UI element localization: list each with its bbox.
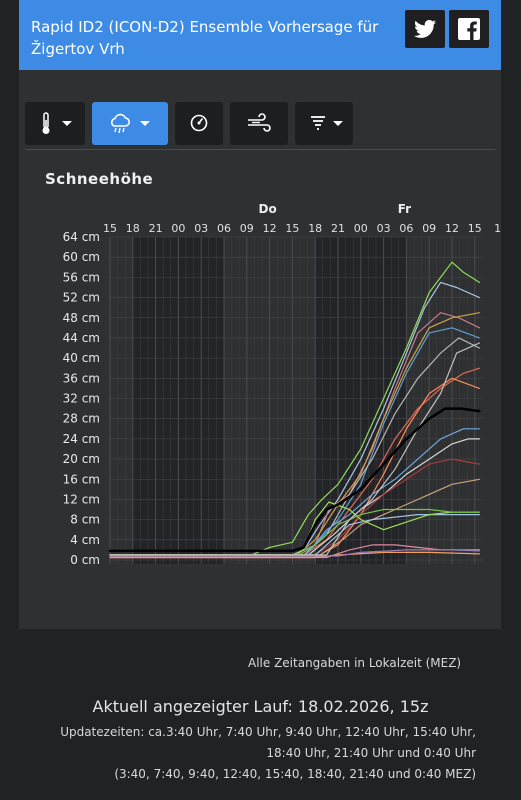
twitter-icon	[414, 20, 436, 38]
y-tick-label: 16 cm	[63, 472, 100, 486]
update-times-line: Updatezeiten: ca.3:40 Uhr, 7:40 Uhr, 9:4…	[60, 725, 476, 739]
y-axis-ticks: 0 cm 4 cm 8 cm 12 cm 16 cm 20 cm 24 cm 28 cm 32 …	[63, 230, 100, 567]
y-tick-label: 36 cm	[63, 371, 100, 385]
day-label: Do	[258, 202, 276, 216]
update-times-line: 18:40 Uhr, 21:40 Uhr und 0:40 Uhr	[266, 746, 476, 760]
chart-panel: Schneehöhe 15 18 21 00 03 06 09 12 15 18 21 00 03 06 0…	[19, 70, 501, 629]
x-axis-ticks: 15 18 21 00 03 06 09 12 15 18 21 00 03 06 09 12 15 1	[103, 222, 501, 235]
y-tick-label: 20 cm	[63, 452, 100, 466]
x-tick-label: 03	[194, 222, 208, 235]
x-tick-label: 21	[331, 222, 345, 235]
x-tick-label: 15	[285, 222, 299, 235]
y-tick-label: 40 cm	[63, 351, 100, 365]
snow-depth-chart: 15 18 21 00 03 06 09 12 15 18 21 00 03 06 09 12 15 1 0 cm…	[63, 202, 501, 567]
x-tick-label: 15	[103, 222, 117, 235]
y-tick-label: 4 cm	[70, 533, 100, 547]
y-tick-label: 48 cm	[63, 311, 100, 325]
day-labels: Do Fr	[258, 202, 411, 216]
page-title: Rapid ID2 (ICON-D2) Ensemble Vorhersage …	[31, 18, 379, 58]
x-tick-label: 21	[149, 222, 163, 235]
x-tick-label: 03	[377, 222, 391, 235]
x-tick-label: 12	[445, 222, 459, 235]
update-times: Updatezeiten: ca.3:40 Uhr, 7:40 Uhr, 9:4…	[26, 722, 476, 785]
x-tick-label: 09	[240, 222, 254, 235]
twitter-share-button[interactable]	[405, 10, 445, 48]
facebook-share-button[interactable]	[449, 10, 489, 48]
header-bar: Rapid ID2 (ICON-D2) Ensemble Vorhersage …	[19, 0, 501, 70]
y-tick-label: 60 cm	[63, 250, 100, 264]
current-run-label: Aktuell angezeigter Lauf: 18.02.2026, 15…	[92, 697, 429, 716]
y-tick-label: 28 cm	[63, 412, 100, 426]
x-tick-label: 06	[399, 222, 413, 235]
y-tick-label: 32 cm	[63, 392, 100, 406]
x-tick-label: 09	[422, 222, 436, 235]
update-times-line: (3:40, 7:40, 9:40, 12:40, 15:40, 18:40, …	[114, 767, 476, 781]
y-tick-label: 12 cm	[63, 492, 100, 506]
facebook-icon	[458, 18, 480, 40]
x-tick-label: 00	[171, 222, 185, 235]
y-tick-label: 56 cm	[63, 270, 100, 284]
x-tick-label: 1	[494, 222, 501, 235]
x-tick-label: 06	[217, 222, 231, 235]
x-tick-label: 00	[354, 222, 368, 235]
y-tick-label: 24 cm	[63, 432, 100, 446]
y-tick-label: 0 cm	[70, 553, 100, 567]
y-tick-label: 44 cm	[63, 331, 100, 345]
day-label: Fr	[398, 202, 411, 216]
y-tick-label: 64 cm	[63, 230, 100, 244]
x-tick-label: 12	[263, 222, 277, 235]
x-tick-label: 18	[308, 222, 322, 235]
x-tick-label: 15	[468, 222, 482, 235]
y-tick-label: 52 cm	[63, 291, 100, 305]
time-zone-note: Alle Zeitangaben in Lokalzeit (MEZ)	[248, 656, 462, 670]
x-tick-label: 18	[126, 222, 140, 235]
y-tick-label: 8 cm	[70, 513, 100, 527]
